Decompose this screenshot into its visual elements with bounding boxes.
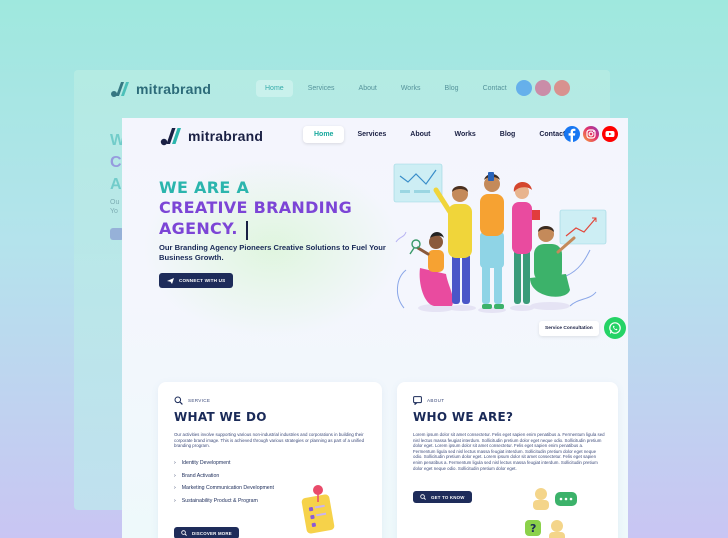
about-description: Lorem ipsum dolor sit amet consectetur. … xyxy=(413,432,605,471)
back-nav-services: Services xyxy=(307,85,335,92)
chevron-right-icon: › xyxy=(174,460,176,466)
service-consultation-label[interactable]: Service Consultation xyxy=(539,321,599,336)
back-facebook-icon xyxy=(516,80,532,96)
person-with-phone xyxy=(478,172,506,313)
service-item-label: Sustainability Product & Program xyxy=(181,497,258,504)
back-nav-about: About xyxy=(358,85,377,92)
back-nav: Home Services About Works Blog Contact xyxy=(256,80,516,97)
about-card: ABOUT WHO WE ARE? Lorem ipsum dolor sit … xyxy=(397,382,618,538)
back-nav-home: Home xyxy=(256,80,293,97)
typing-caret xyxy=(246,221,248,240)
service-item-label: Brand Activation xyxy=(181,472,220,479)
hero-line-3: AGENCY. xyxy=(159,219,238,238)
chat-people-illustration: ? xyxy=(525,488,577,538)
service-kicker-label: SERVICE xyxy=(188,398,211,403)
about-kicker-label: ABOUT xyxy=(427,398,445,403)
person-red-hair xyxy=(510,181,540,311)
search-icon xyxy=(420,494,426,500)
service-description: Our activities involve supporting variou… xyxy=(174,432,365,449)
team-illustration xyxy=(393,163,607,313)
service-item[interactable]: › Brand Activation xyxy=(174,473,274,480)
chevron-right-icon: › xyxy=(174,472,176,479)
brand-mark-icon xyxy=(160,128,181,146)
back-nav-contact: Contact xyxy=(482,85,507,92)
discover-more-label: DISCOVER MORE xyxy=(192,530,232,536)
service-item[interactable]: › Sustainability Product & Program xyxy=(174,498,274,505)
back-brand-name: mitrabrand xyxy=(136,81,212,97)
back-logo: mitrabrand xyxy=(110,80,211,98)
get-to-know-button[interactable]: GET TO KNOW xyxy=(413,491,472,503)
connect-button-label: CONNECT WITH US xyxy=(179,278,226,283)
site-logo[interactable]: mitrabrand xyxy=(160,126,263,146)
service-item-label: Identity Development xyxy=(181,460,231,466)
service-card: SERVICE WHAT WE DO Our activities involv… xyxy=(158,382,382,538)
brand-name: mitrabrand xyxy=(188,128,264,144)
website-window: mitrabrand Home Services About Works Blo… xyxy=(122,118,628,538)
service-item[interactable]: › Marketing Communication Development xyxy=(174,485,274,492)
nav-about[interactable]: About xyxy=(399,126,441,143)
main-nav: Home Services About Works Blog Contact xyxy=(303,126,576,143)
social-links xyxy=(564,126,618,142)
chat-bubble-icon xyxy=(413,396,422,405)
service-kicker: SERVICE xyxy=(174,396,210,405)
nav-services[interactable]: Services xyxy=(346,126,397,143)
youtube-icon[interactable] xyxy=(602,126,618,142)
clipboard-illustration xyxy=(301,485,335,534)
discover-more-button[interactable]: DISCOVER MORE xyxy=(174,527,239,538)
get-to-know-label: GET TO KNOW xyxy=(431,494,465,500)
send-icon xyxy=(167,277,174,284)
back-instagram-icon xyxy=(535,80,551,96)
back-nav-blog: Blog xyxy=(444,85,459,92)
service-title: WHAT WE DO xyxy=(174,410,267,424)
hero-subtitle: Our Branding Agency Pioneers Creative So… xyxy=(159,243,386,262)
instagram-icon[interactable] xyxy=(583,126,599,142)
site-header: mitrabrand Home Services About Works Blo… xyxy=(122,118,628,158)
search-icon xyxy=(174,396,183,405)
back-sub-letter: Ou xyxy=(110,199,120,206)
nav-works[interactable]: Works xyxy=(443,126,486,143)
about-title: WHO WE ARE? xyxy=(413,410,514,424)
whatsapp-icon[interactable] xyxy=(604,317,626,339)
hero-line-1: WE ARE A xyxy=(159,178,250,197)
back-sub-letters: Ou Yo xyxy=(110,198,119,216)
brand-mark-icon xyxy=(111,82,129,97)
chart-board-right xyxy=(559,209,607,245)
chevron-right-icon: › xyxy=(174,485,176,491)
service-item-label: Marketing Communication Development xyxy=(181,485,274,491)
svg-text:?: ? xyxy=(530,522,536,535)
nav-home[interactable]: Home xyxy=(303,126,345,143)
chart-board-left xyxy=(393,163,443,203)
facebook-icon[interactable] xyxy=(564,126,580,142)
back-sub-letter: Yo xyxy=(110,208,118,215)
connect-button[interactable]: CONNECT WITH US xyxy=(159,273,234,288)
nav-blog[interactable]: Blog xyxy=(489,126,527,143)
person-kneeling xyxy=(409,232,454,312)
back-social xyxy=(516,80,570,96)
back-nav-works: Works xyxy=(400,85,421,92)
service-list: › Identity Development › Brand Activation … xyxy=(174,460,274,510)
hero-line-2: CREATIVE BRANDING xyxy=(159,198,353,217)
search-icon xyxy=(181,530,187,536)
chevron-right-icon: › xyxy=(174,497,176,504)
back-youtube-icon xyxy=(554,80,570,96)
service-item[interactable]: › Identity Development xyxy=(174,460,274,467)
about-kicker: ABOUT xyxy=(413,396,444,405)
